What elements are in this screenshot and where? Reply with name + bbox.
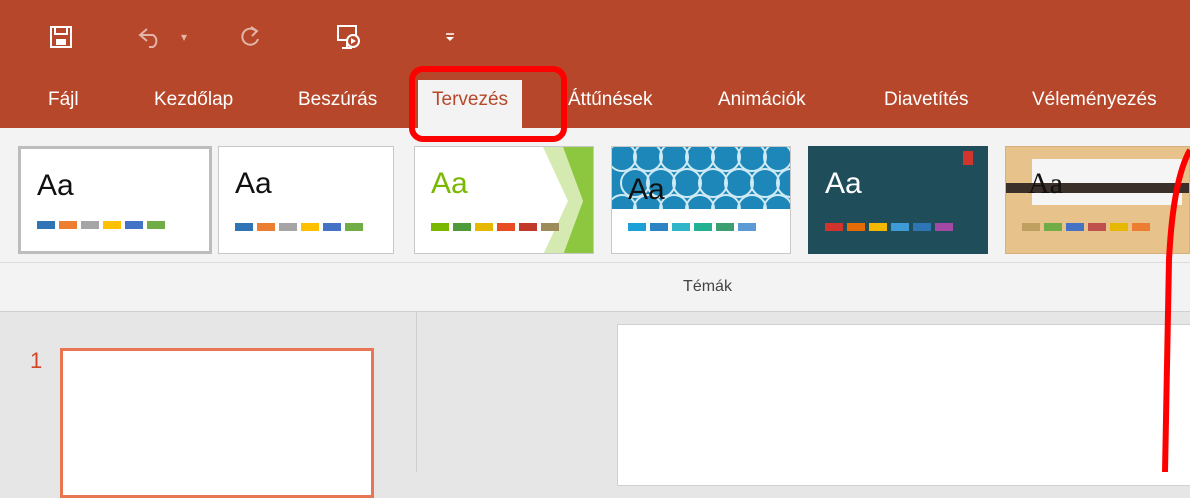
slide-thumbnail-pane: 1 bbox=[0, 312, 417, 498]
theme-integral[interactable]: Aa bbox=[611, 146, 791, 254]
theme-facet[interactable]: Aa bbox=[414, 146, 594, 254]
customize-qat-icon[interactable] bbox=[440, 22, 460, 52]
ribbon-tabs: Fájl Kezdőlap Beszúrás Tervezés Áttűnése… bbox=[0, 72, 1190, 128]
tab-insert[interactable]: Beszúrás bbox=[298, 72, 377, 128]
theme-preview-text: Aa bbox=[825, 167, 862, 200]
tab-transitions[interactable]: Áttűnések bbox=[568, 72, 653, 128]
undo-dropdown-icon[interactable]: ▾ bbox=[174, 22, 194, 52]
theme-color-swatches bbox=[825, 223, 953, 231]
tab-review[interactable]: Véleményezés bbox=[1032, 72, 1157, 128]
slide-canvas[interactable] bbox=[617, 324, 1190, 486]
slide-thumbnail[interactable] bbox=[60, 348, 374, 498]
undo-icon[interactable] bbox=[135, 22, 165, 52]
tab-file[interactable]: Fájl bbox=[48, 72, 79, 128]
themes-gallery: Aa Aa Aa Aa Aa Aa bbox=[0, 146, 1190, 258]
theme-color-swatches bbox=[1022, 223, 1150, 231]
theme-preview-text: Aa bbox=[1028, 167, 1063, 200]
theme-color-swatches bbox=[37, 221, 165, 229]
theme-color-swatches bbox=[628, 223, 756, 231]
quick-access-toolbar: ▾ bbox=[0, 0, 1190, 72]
slide-edit-pane bbox=[417, 312, 1190, 486]
theme-preview-text: Aa bbox=[37, 169, 74, 202]
theme-office-selected[interactable]: Aa bbox=[18, 146, 212, 254]
slide-number: 1 bbox=[30, 348, 43, 373]
tab-animations[interactable]: Animációk bbox=[718, 72, 806, 128]
tab-slideshow[interactable]: Diavetítés bbox=[884, 72, 968, 128]
theme-ion-boardroom[interactable]: Aa bbox=[808, 146, 988, 254]
ribbon-divider bbox=[0, 262, 1190, 263]
theme-office[interactable]: Aa bbox=[218, 146, 394, 254]
theme-preview-text: Aa bbox=[431, 167, 468, 200]
theme-color-swatches bbox=[431, 223, 559, 231]
tab-highlight-annotation bbox=[409, 66, 567, 142]
theme-color-swatches bbox=[235, 223, 363, 231]
theme-preview-text: Aa bbox=[235, 167, 272, 200]
present-from-start-icon[interactable] bbox=[333, 22, 363, 52]
themes-group-label: Témák bbox=[683, 278, 732, 295]
save-icon[interactable] bbox=[46, 22, 76, 52]
red-annotation-curve bbox=[1162, 148, 1190, 472]
design-ribbon: Aa Aa Aa Aa Aa Aa Témák bbox=[0, 128, 1190, 312]
redo-icon[interactable] bbox=[235, 22, 265, 52]
tab-home[interactable]: Kezdőlap bbox=[154, 72, 233, 128]
theme-preview-text: Aa bbox=[628, 173, 665, 206]
